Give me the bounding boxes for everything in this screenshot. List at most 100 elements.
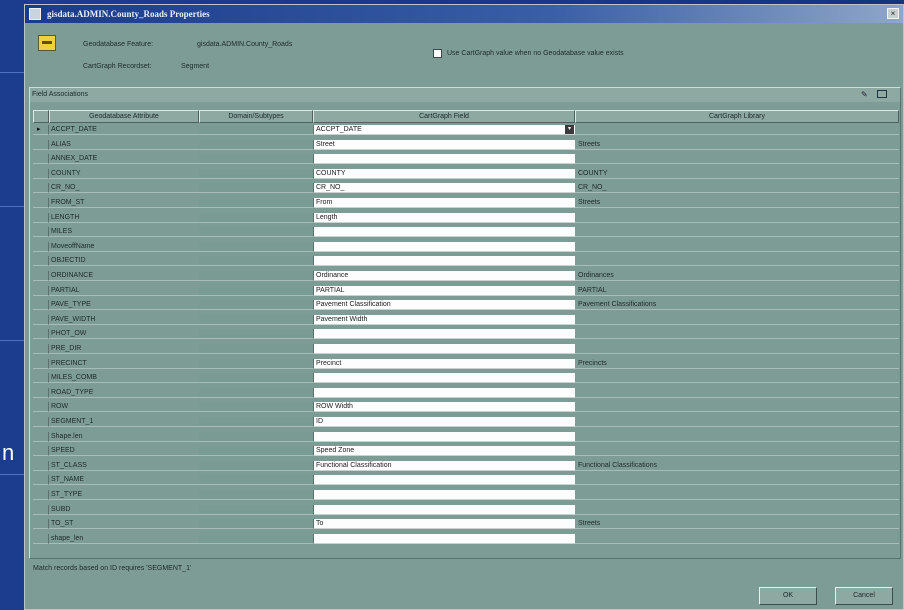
table-row[interactable]: MILES — [33, 227, 899, 238]
row-selector[interactable] — [33, 402, 49, 413]
use-cartograph-value-checkbox[interactable] — [433, 49, 442, 58]
cartograph-field-cell[interactable] — [313, 431, 575, 442]
table-row[interactable]: PRE_DIR — [33, 344, 899, 354]
row-selector[interactable] — [33, 417, 49, 427]
cartograph-field-cell[interactable] — [313, 256, 575, 267]
table-row[interactable]: MoveoffName — [33, 241, 899, 252]
cartograph-field-cell[interactable] — [313, 387, 575, 398]
table-row[interactable]: Shape.len — [33, 431, 899, 442]
row-selector[interactable] — [33, 300, 49, 311]
row-selector[interactable] — [33, 344, 49, 354]
row-selector[interactable] — [33, 241, 49, 252]
table-row[interactable]: SEGMENT_1 ID — [33, 417, 899, 427]
row-selector[interactable] — [33, 227, 49, 238]
table-row[interactable]: ROW ROW Width — [33, 402, 899, 413]
row-selector[interactable] — [33, 460, 49, 471]
table-row[interactable]: OBJECTID — [33, 256, 899, 267]
cartograph-field-cell[interactable]: PARTIAL — [313, 285, 575, 296]
row-selector[interactable] — [33, 504, 49, 515]
cartograph-field-cell[interactable] — [313, 533, 575, 544]
row-selector[interactable] — [33, 490, 49, 500]
row-selector[interactable] — [33, 329, 49, 340]
row-selector[interactable] — [33, 387, 49, 398]
table-row[interactable]: FROM_ST From Streets — [33, 198, 899, 208]
table-row[interactable]: COUNTY COUNTY COUNTY — [33, 168, 899, 179]
row-selector[interactable] — [33, 285, 49, 296]
column-header-geodatabase-attribute[interactable]: Geodatabase Attribute — [49, 110, 199, 123]
pin-icon[interactable]: ✎ — [861, 90, 869, 99]
cartograph-field-cell[interactable] — [313, 227, 575, 238]
row-selector[interactable] — [33, 139, 49, 150]
table-row[interactable]: ST_NAME — [33, 475, 899, 486]
row-selector[interactable] — [33, 198, 49, 208]
column-header-cartograph-library[interactable]: CartGraph Library — [575, 110, 899, 123]
geodatabase-attribute-cell: OBJECTID — [49, 256, 199, 267]
row-selector[interactable] — [33, 533, 49, 544]
table-row[interactable]: PHOT_OW — [33, 329, 899, 340]
table-row[interactable]: PAVE_TYPE Pavement Classification Pavement… — [33, 300, 899, 311]
row-selector[interactable] — [33, 519, 49, 530]
cartograph-field-cell[interactable] — [313, 475, 575, 486]
field-dropdown-arrow-icon[interactable]: ▾ — [565, 125, 574, 134]
table-row[interactable]: ST_TYPE — [33, 490, 899, 500]
table-row[interactable]: PRECINCT Precinct Precincts — [33, 358, 899, 369]
row-selector[interactable] — [33, 256, 49, 267]
cartograph-field-cell[interactable]: ROW Width — [313, 402, 575, 413]
table-row[interactable]: ST_CLASS Functional Classification Functio… — [33, 460, 899, 471]
cartograph-field-cell[interactable]: Speed Zone — [313, 446, 575, 457]
cartograph-field-cell[interactable] — [313, 490, 575, 500]
table-row[interactable]: LENGTH Length — [33, 212, 899, 223]
row-selector[interactable] — [33, 431, 49, 442]
table-row[interactable]: ALIAS Street Streets — [33, 139, 899, 150]
cartograph-field-cell[interactable] — [313, 329, 575, 340]
cancel-button[interactable]: Cancel — [835, 587, 893, 605]
row-selector[interactable] — [33, 183, 49, 194]
table-row[interactable]: ROAD_TYPE — [33, 387, 899, 398]
table-row[interactable]: ORDINANCE Ordinance Ordinances — [33, 271, 899, 281]
cartograph-field-cell[interactable] — [313, 344, 575, 354]
column-header-cartograph-field[interactable]: CartGraph Field — [313, 110, 575, 123]
cartograph-field-cell[interactable]: Pavement Classification — [313, 300, 575, 311]
row-selector[interactable] — [33, 475, 49, 486]
table-row[interactable]: CR_NO_ CR_NO_ CR_NO_ — [33, 183, 899, 194]
table-row[interactable]: PAVE_WIDTH Pavement Width — [33, 314, 899, 325]
cartograph-field-cell[interactable]: COUNTY — [313, 168, 575, 179]
table-row[interactable]: ▸ ACCPT_DATE ACCPT_DATE ▾ — [33, 125, 899, 135]
grid-icon[interactable] — [877, 90, 887, 98]
row-selector[interactable] — [33, 154, 49, 165]
table-row[interactable]: TO_ST To Streets — [33, 519, 899, 530]
cartograph-field-cell[interactable]: ID — [313, 417, 575, 427]
cartograph-field-cell[interactable]: ACCPT_DATE ▾ — [313, 125, 575, 135]
cartograph-field-cell[interactable] — [313, 154, 575, 165]
cartograph-field-cell[interactable] — [313, 373, 575, 384]
cartograph-field-cell[interactable]: Precinct — [313, 358, 575, 369]
row-selector[interactable] — [33, 314, 49, 325]
table-row[interactable]: SPEED Speed Zone — [33, 446, 899, 457]
table-row[interactable]: PARTIAL PARTIAL PARTIAL — [33, 285, 899, 296]
row-selector[interactable] — [33, 446, 49, 457]
row-selector[interactable] — [33, 373, 49, 384]
row-selector[interactable]: ▸ — [33, 125, 49, 135]
row-selector[interactable] — [33, 212, 49, 223]
cartograph-field-cell[interactable]: Pavement Width — [313, 314, 575, 325]
close-button[interactable]: × — [887, 8, 899, 19]
cartograph-field-cell[interactable]: Street — [313, 139, 575, 150]
cartograph-field-cell[interactable]: Functional Classification — [313, 460, 575, 471]
cartograph-field-cell[interactable]: Length — [313, 212, 575, 223]
cartograph-field-cell[interactable]: From — [313, 198, 575, 208]
table-row[interactable]: ANNEX_DATE — [33, 154, 899, 165]
cartograph-field-cell[interactable]: Ordinance — [313, 271, 575, 281]
row-selector[interactable] — [33, 358, 49, 369]
cartograph-field-cell[interactable]: CR_NO_ — [313, 183, 575, 194]
title-bar[interactable]: gisdata.ADMIN.County_Roads Properties × — [25, 5, 903, 23]
cartograph-field-cell[interactable] — [313, 241, 575, 252]
table-row[interactable]: SUBD — [33, 504, 899, 515]
table-row[interactable]: MILES_COMB — [33, 373, 899, 384]
table-row[interactable]: shape_len — [33, 533, 899, 544]
row-selector[interactable] — [33, 168, 49, 179]
ok-button[interactable]: OK — [759, 587, 817, 605]
column-header-domain-subtypes[interactable]: Domain/Subtypes — [199, 110, 313, 123]
row-selector[interactable] — [33, 271, 49, 281]
cartograph-field-cell[interactable] — [313, 504, 575, 515]
cartograph-field-cell[interactable]: To — [313, 519, 575, 530]
